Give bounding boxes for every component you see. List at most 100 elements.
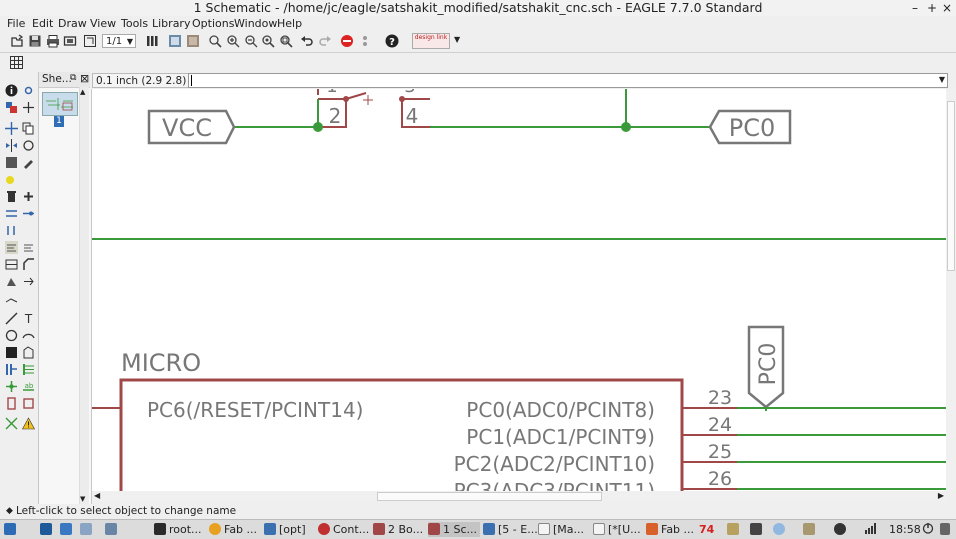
add-icon[interactable] [22, 190, 35, 203]
board-icon[interactable] [83, 34, 97, 48]
sheet-thumbnail[interactable] [42, 92, 78, 116]
value-icon[interactable] [22, 241, 35, 254]
rect-icon[interactable] [5, 346, 18, 359]
scroll-down-icon[interactable]: ▼ [80, 495, 85, 503]
tray-screenshot-icon[interactable] [750, 522, 765, 537]
go-icon[interactable] [358, 34, 372, 48]
notifications-icon[interactable] [940, 522, 953, 537]
sheet-number[interactable]: 1 [54, 116, 64, 127]
menu-view[interactable]: View [90, 16, 116, 31]
change-icon[interactable] [22, 156, 35, 169]
save-icon[interactable] [28, 34, 42, 48]
horizontal-scrollbar[interactable]: ◀ ▶ [92, 491, 946, 502]
grid-view-icon[interactable] [168, 34, 182, 48]
design-link-button[interactable]: design link [412, 33, 450, 49]
task-browser-1[interactable]: Fab ... [209, 522, 257, 537]
minimize-button[interactable]: – [908, 0, 922, 16]
start-menu-icon[interactable] [4, 522, 19, 537]
stop-icon[interactable] [340, 34, 354, 48]
split-icon[interactable] [5, 275, 18, 288]
menu-options[interactable]: Options [192, 16, 234, 31]
desktop-icon[interactable] [40, 522, 55, 537]
arc-icon[interactable] [22, 329, 35, 342]
tray-counter[interactable]: 74 [699, 522, 714, 537]
schematic-canvas[interactable]: 1 2 3 4 VCC PC0 MICRO PC6(/RESET/PCINT14… [92, 89, 946, 491]
wire-icon[interactable] [5, 312, 18, 325]
close-panel-icon[interactable]: ⊠ [80, 72, 89, 85]
use-library-icon[interactable] [146, 34, 160, 48]
net-icon[interactable] [22, 363, 35, 376]
grid-icon[interactable] [10, 56, 23, 69]
polygon-icon[interactable] [22, 346, 35, 359]
scroll-up-icon[interactable]: ▲ [80, 88, 85, 96]
scroll-right-icon[interactable]: ▶ [938, 491, 944, 500]
miter-icon[interactable] [22, 258, 35, 271]
copy-icon[interactable] [22, 122, 35, 135]
bus-icon[interactable] [5, 363, 18, 376]
erc-icon[interactable] [5, 417, 18, 430]
tray-network-icon[interactable] [864, 522, 878, 537]
smash-icon[interactable] [5, 258, 18, 271]
menu-window[interactable]: Window [234, 16, 277, 31]
files-icon[interactable] [60, 522, 75, 537]
history-dropdown-icon[interactable]: ▼ [939, 75, 945, 84]
sheets-scrollbar[interactable]: ▲ ▼ [79, 87, 89, 504]
zoom-out-icon[interactable] [244, 34, 258, 48]
menu-draw[interactable]: Draw [58, 16, 87, 31]
close-button[interactable]: × [940, 0, 954, 16]
delete-icon[interactable] [5, 190, 18, 203]
task-browser-2[interactable]: Fab ... [646, 522, 694, 537]
replace-icon[interactable] [22, 207, 35, 220]
menu-file[interactable]: File [7, 16, 25, 31]
command-input[interactable]: ▼ [188, 73, 948, 88]
print-icon[interactable] [46, 34, 60, 48]
dimension-icon[interactable] [22, 397, 35, 410]
optimize-icon[interactable] [5, 292, 18, 305]
name-icon[interactable] [5, 241, 18, 254]
menu-library[interactable]: Library [152, 16, 190, 31]
horizontal-scroll-thumb[interactable] [377, 492, 602, 501]
tray-keyboard-icon[interactable] [727, 522, 742, 537]
invoke-icon[interactable] [22, 275, 35, 288]
schematic-drawing[interactable]: 1 2 3 4 VCC PC0 MICRO PC6(/RESET/PCINT14… [92, 89, 946, 491]
menu-help[interactable]: Help [277, 16, 302, 31]
vertical-scrollbar[interactable] [946, 89, 956, 491]
tray-weather-icon[interactable] [773, 522, 788, 537]
open-icon[interactable] [10, 34, 24, 48]
window-icon[interactable] [80, 522, 95, 537]
info-icon[interactable] [5, 84, 18, 97]
mark-icon[interactable] [22, 101, 35, 114]
label-icon[interactable]: ab [22, 380, 35, 393]
circle-icon[interactable] [5, 329, 18, 342]
gateswap-icon[interactable] [5, 224, 18, 237]
maximize-button[interactable]: + [925, 0, 939, 16]
mirror-icon[interactable] [5, 139, 18, 152]
task-editor-u[interactable]: [*[U... [593, 522, 641, 537]
menu-tools[interactable]: Tools [121, 16, 148, 31]
cam-icon[interactable] [63, 34, 77, 48]
display-layers-icon[interactable] [186, 34, 200, 48]
task-terminal[interactable]: root... [154, 522, 202, 537]
redo-icon[interactable] [318, 34, 332, 48]
task-board[interactable]: 2 Bo... [373, 522, 423, 537]
undo-icon[interactable] [300, 34, 314, 48]
zoom-redraw-icon[interactable] [261, 34, 275, 48]
zoom-in-icon[interactable] [226, 34, 240, 48]
junction-icon[interactable] [5, 380, 18, 393]
task-schematic-active[interactable]: 1 Sc... [428, 522, 481, 537]
vertical-scroll-thumb[interactable] [947, 101, 955, 271]
power-icon[interactable] [922, 522, 934, 537]
tray-bluetooth-icon[interactable] [834, 522, 849, 537]
errors-icon[interactable] [22, 417, 35, 430]
show-icon[interactable] [22, 84, 35, 97]
scroll-left-icon[interactable]: ◀ [94, 491, 100, 500]
task-contacts[interactable]: Cont... [318, 522, 369, 537]
move-icon[interactable] [5, 122, 18, 135]
attribute-icon[interactable] [5, 397, 18, 410]
calc-icon[interactable] [105, 522, 120, 537]
paste-icon[interactable] [5, 173, 18, 186]
help-icon[interactable]: ? [385, 34, 399, 48]
pinswap-icon[interactable] [5, 207, 18, 220]
sheet-select[interactable]: 1/1 ▼ [102, 34, 136, 48]
group-icon[interactable] [5, 156, 18, 169]
